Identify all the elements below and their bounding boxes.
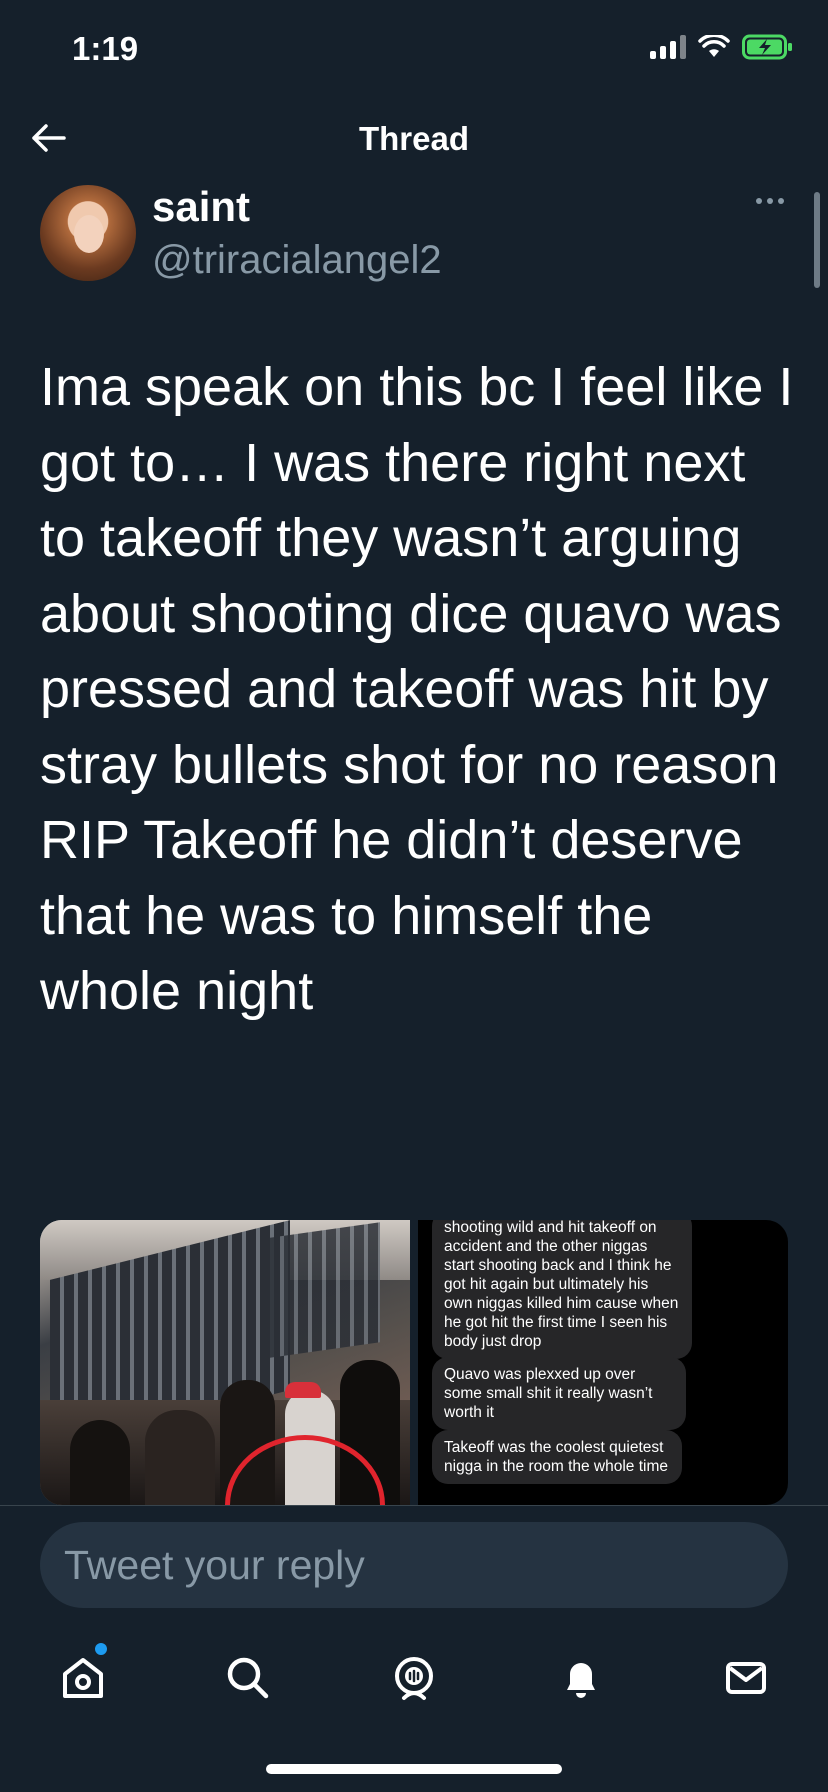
tab-notifications[interactable]: [553, 1650, 609, 1706]
chat-bubble: Quavo was plexxed up over some small shi…: [432, 1357, 686, 1430]
status-time: 1:19: [72, 30, 139, 67]
home-notification-dot: [95, 1643, 107, 1655]
media-photo[interactable]: [40, 1220, 410, 1505]
spaces-icon: [395, 1657, 433, 1700]
page-title: Thread: [358, 120, 470, 157]
tab-search[interactable]: [220, 1650, 276, 1706]
status-icons: [650, 34, 794, 60]
display-name[interactable]: saint: [152, 183, 250, 231]
messages-icon: [726, 1662, 766, 1694]
scrollbar[interactable]: [814, 192, 820, 288]
notifications-icon: [567, 1663, 595, 1698]
tab-spaces[interactable]: [386, 1650, 442, 1706]
avatar[interactable]: [40, 185, 136, 281]
tab-home[interactable]: [55, 1650, 111, 1706]
tweet-text: Ima speak on this bc I feel like I got t…: [40, 357, 794, 1021]
chat-bubble: Takeoff was the coolest quietest nigga i…: [432, 1430, 682, 1484]
tab-messages[interactable]: [718, 1650, 774, 1706]
reply-input[interactable]: Tweet your reply: [40, 1522, 788, 1608]
media-chat-screenshot[interactable]: shooting wild and hit takeoff on acciden…: [418, 1220, 788, 1505]
tweet-media[interactable]: shooting wild and hit takeoff on acciden…: [40, 1220, 788, 1505]
home-indicator: [266, 1764, 562, 1774]
cellular-signal-icon: [650, 35, 686, 59]
divider: [0, 1505, 828, 1506]
wifi-icon: [698, 35, 730, 57]
reply-placeholder: Tweet your reply: [64, 1541, 365, 1588]
more-options-icon[interactable]: [756, 198, 784, 204]
home-icon: [63, 1658, 103, 1698]
chat-bubble: shooting wild and hit takeoff on acciden…: [432, 1220, 692, 1359]
battery-charging-icon: [742, 34, 792, 60]
search-icon: [227, 1657, 269, 1699]
user-handle[interactable]: @triracialangel2: [152, 238, 442, 283]
